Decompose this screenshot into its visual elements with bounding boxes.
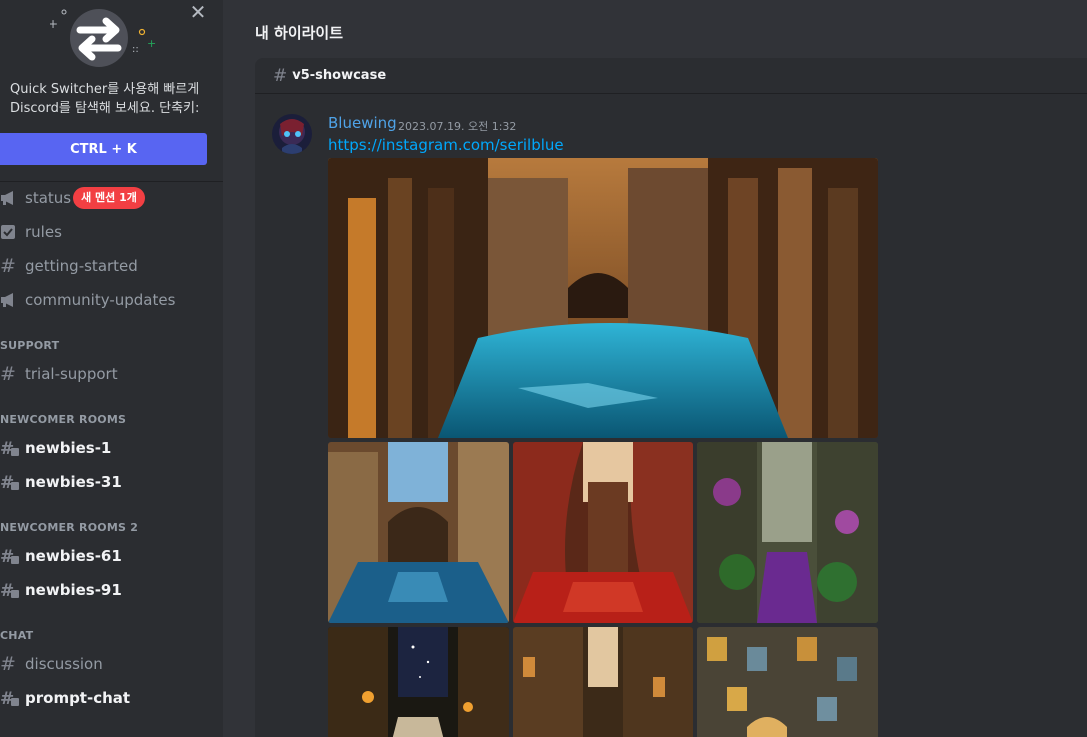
megaphone-icon bbox=[0, 188, 22, 208]
thread-hash-icon: # bbox=[0, 438, 22, 458]
channel-status[interactable]: status 새 멘션 1개 bbox=[0, 183, 215, 213]
channel-label: newbies-1 bbox=[25, 439, 112, 457]
channel-sidebar: + + :: ✕ Quick Switcher를 사용해 빠르게 Discord… bbox=[0, 0, 223, 737]
hash-icon: # bbox=[0, 363, 16, 385]
channel-label: newbies-61 bbox=[25, 547, 122, 565]
channel-label: getting-started bbox=[25, 257, 138, 275]
channel-label: newbies-91 bbox=[25, 581, 122, 599]
thread-hash-icon: # bbox=[0, 546, 22, 566]
checkbox-icon bbox=[0, 222, 22, 242]
attachment-image[interactable] bbox=[328, 627, 509, 737]
thread-hash-icon: # bbox=[0, 580, 22, 600]
category-newcomer-rooms[interactable]: NEWCOMER ROOMS bbox=[0, 413, 126, 426]
hash-icon: # bbox=[0, 653, 16, 675]
message-link[interactable]: https://instagram.com/serilblue bbox=[328, 136, 564, 154]
svg-text:+: + bbox=[50, 17, 58, 31]
channel-label: status bbox=[25, 189, 72, 207]
channel-name: v5-showcase bbox=[292, 68, 387, 83]
channel-label: prompt-chat bbox=[25, 689, 131, 707]
attachment-image[interactable] bbox=[513, 627, 693, 737]
channel-rules[interactable]: rules bbox=[0, 217, 215, 247]
category-chat[interactable]: CHAT bbox=[0, 629, 33, 642]
channel-trial-support[interactable]: # trial-support bbox=[0, 359, 215, 389]
channel-community-updates[interactable]: community-updates bbox=[0, 285, 215, 315]
channel-newbies-91[interactable]: # newbies-91 bbox=[0, 575, 215, 605]
attachment-image[interactable] bbox=[513, 442, 693, 623]
highlights-view: 내 하이라이트 # v5-showcase Bluewing 2023.07.1… bbox=[223, 0, 1087, 737]
channel-newbies-31[interactable]: # newbies-31 bbox=[0, 467, 215, 497]
page-title: 내 하이라이트 bbox=[255, 24, 344, 42]
hash-icon: # bbox=[273, 65, 288, 86]
channel-prompt-chat[interactable]: # prompt-chat bbox=[0, 683, 215, 713]
quick-switcher-hint: Quick Switcher를 사용해 빠르게 Discord를 탐색해 보세요… bbox=[10, 82, 200, 116]
close-icon[interactable]: ✕ bbox=[188, 2, 208, 22]
channel-newbies-1[interactable]: # newbies-1 bbox=[0, 433, 215, 463]
channel-label: newbies-31 bbox=[25, 473, 122, 491]
category-support[interactable]: SUPPORT bbox=[0, 339, 59, 352]
channel-newbies-61[interactable]: # newbies-61 bbox=[0, 541, 215, 571]
thread-hash-icon: # bbox=[0, 472, 22, 492]
attachment-image[interactable] bbox=[697, 627, 878, 737]
channel-discussion[interactable]: # discussion bbox=[0, 649, 215, 679]
channel-label: community-updates bbox=[25, 291, 176, 309]
highlight-card: # v5-showcase Bluewing 2023.07.19. 오전 1:… bbox=[255, 58, 1087, 737]
category-newcomer-rooms-2[interactable]: NEWCOMER ROOMS 2 bbox=[0, 521, 138, 534]
thread-hash-icon: # bbox=[0, 688, 22, 708]
sidebar-divider bbox=[0, 181, 223, 182]
hash-icon: # bbox=[0, 255, 16, 277]
channel-header[interactable]: # v5-showcase bbox=[255, 58, 1087, 94]
svg-text:::: :: bbox=[132, 44, 139, 55]
megaphone-icon bbox=[0, 290, 22, 310]
quick-switcher-illustration: + + :: bbox=[50, 9, 156, 67]
channel-label: discussion bbox=[25, 655, 103, 673]
svg-text:+: + bbox=[147, 37, 156, 50]
attachment-image[interactable] bbox=[697, 442, 878, 623]
quick-switcher-shortcut-button[interactable]: CTRL + K bbox=[0, 133, 207, 165]
app-window: + + :: ✕ Quick Switcher를 사용해 빠르게 Discord… bbox=[0, 0, 1087, 737]
avatar[interactable] bbox=[272, 114, 312, 154]
channel-label: rules bbox=[25, 223, 62, 241]
channel-getting-started[interactable]: # getting-started bbox=[0, 251, 215, 281]
attachment-image[interactable] bbox=[328, 442, 509, 623]
mention-badge[interactable]: 새 멘션 1개 bbox=[73, 187, 145, 209]
message-timestamp: 2023.07.19. 오전 1:32 bbox=[398, 120, 517, 133]
channel-label: trial-support bbox=[25, 365, 118, 383]
attachment-image[interactable] bbox=[328, 158, 878, 438]
message-author[interactable]: Bluewing bbox=[328, 114, 397, 132]
